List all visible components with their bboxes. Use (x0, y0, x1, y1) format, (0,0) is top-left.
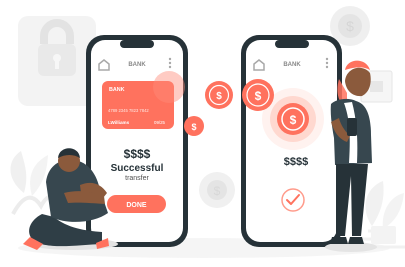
right-phone-title: BANK (283, 62, 301, 68)
coin-small-left-symbol: $ (191, 122, 196, 132)
left-phone-title: BANK (128, 62, 146, 68)
left-phone-menu-icon[interactable] (168, 57, 172, 69)
card-holder-name: LWilliams (108, 120, 130, 125)
coin-large-right: $ (242, 79, 274, 111)
coin-medium-center-symbol: $ (216, 91, 222, 102)
coin-small-left: $ (184, 116, 204, 136)
confirm-check-button[interactable] (281, 188, 305, 212)
svg-text:$: $ (214, 184, 221, 198)
right-phone-menu-icon[interactable] (325, 57, 329, 69)
left-phone-notch (120, 40, 154, 48)
card-number: 4789 2345 7823 7842 (108, 108, 149, 113)
right-phone-notch (275, 40, 309, 48)
incoming-coin-symbol: $ (290, 113, 297, 127)
card-bank-label: BANK (109, 87, 125, 93)
right-phone: BANK $ $$$$ (241, 35, 342, 247)
svg-text:$: $ (346, 18, 354, 34)
held-phone-icon (347, 118, 357, 136)
success-title: Successful (111, 163, 164, 174)
coin-large-right-symbol: $ (255, 89, 262, 103)
done-button-label: DONE (126, 202, 147, 209)
left-phone-amount: $$$$ (124, 147, 151, 161)
success-subtitle: transfer (125, 175, 149, 182)
illustration-canvas: $ $ BANK BANK 4789 2345 7823 7842 LWilli… (10, 6, 405, 258)
coin-medium-center: $ (205, 81, 233, 109)
right-phone-amount: $$$$ (284, 156, 308, 168)
card-expiry: 09/25 (154, 120, 166, 125)
done-button[interactable]: DONE (107, 195, 166, 213)
